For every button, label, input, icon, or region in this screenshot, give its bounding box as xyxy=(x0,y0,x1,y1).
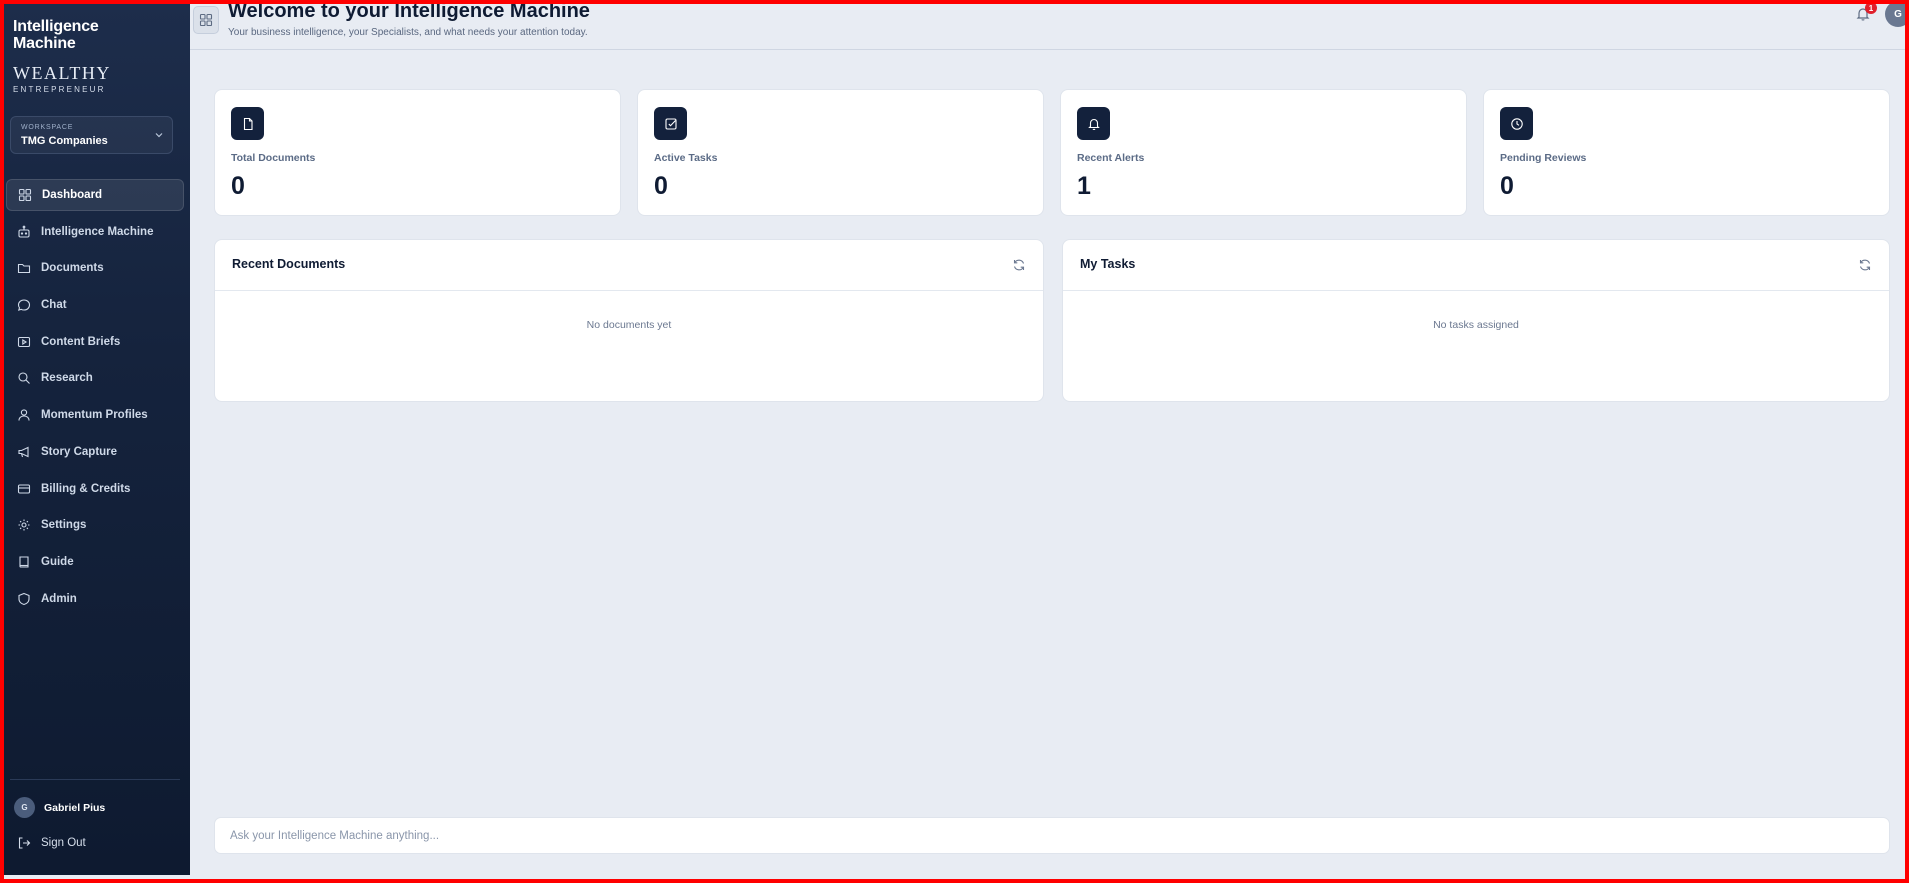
panel-header: Recent Documents xyxy=(215,240,1043,291)
shield-icon xyxy=(18,592,30,605)
sidebar-item-label: Intelligence Machine xyxy=(41,225,154,238)
sidebar-item-label: Billing & Credits xyxy=(41,482,131,495)
panel-header: My Tasks xyxy=(1063,240,1889,291)
credit-card-icon xyxy=(17,483,31,494)
sidebar-nav: Dashboard Intelligence Machine Documents… xyxy=(6,179,184,619)
stat-value: 0 xyxy=(231,172,245,200)
video-icon xyxy=(17,336,31,347)
panel-title: Recent Documents xyxy=(232,257,346,271)
clock-icon xyxy=(1500,107,1533,140)
sidebar-item-research[interactable]: Research xyxy=(6,362,184,394)
sidebar-item-admin[interactable]: Admin xyxy=(6,583,184,615)
robot-icon xyxy=(18,225,30,238)
sidebar-item-billing-credits[interactable]: Billing & Credits xyxy=(6,473,184,505)
avatar: G xyxy=(14,797,35,818)
panel-title: My Tasks xyxy=(1080,257,1136,271)
ask-input[interactable] xyxy=(214,817,1890,854)
grid-icon xyxy=(199,13,213,27)
sidebar-item-label: Admin xyxy=(41,592,77,605)
refresh-icon[interactable] xyxy=(1012,258,1026,272)
chevron-down-icon xyxy=(155,133,163,138)
book-icon xyxy=(19,556,29,568)
refresh-icon[interactable] xyxy=(1858,258,1872,272)
sidebar-item-label: Content Briefs xyxy=(41,335,121,348)
sidebar-item-label: Story Capture xyxy=(41,445,118,458)
stat-label: Pending Reviews xyxy=(1500,152,1587,164)
my-tasks-panel: My Tasks No tasks assigned xyxy=(1062,239,1890,402)
sidebar-item-momentum-profiles[interactable]: Momentum Profiles xyxy=(6,399,184,431)
search-icon xyxy=(18,372,30,385)
sidebar-item-label: Guide xyxy=(41,555,74,568)
stat-value: 1 xyxy=(1077,172,1091,200)
user-name: Gabriel Pius xyxy=(44,801,106,814)
brand-wordmark: WEALTHY xyxy=(13,63,111,83)
notification-badge: 1 xyxy=(1865,2,1877,14)
sidebar-item-dashboard[interactable]: Dashboard xyxy=(6,179,184,211)
bell-icon xyxy=(1077,107,1110,140)
gear-icon xyxy=(18,519,30,531)
stat-label: Total Documents xyxy=(231,152,316,164)
page-title: Welcome to your Intelligence Machine xyxy=(228,0,590,22)
workspace-value: TMG Companies xyxy=(21,135,108,147)
sidebar-item-settings[interactable]: Settings xyxy=(6,509,184,541)
header-avatar[interactable]: G xyxy=(1885,1,1909,27)
sidebar-item-chat[interactable]: Chat xyxy=(6,289,184,321)
workspace-selector[interactable]: WORKSPACE TMG Companies xyxy=(10,116,173,154)
sidebar-item-intelligence-machine[interactable]: Intelligence Machine xyxy=(6,216,184,248)
sidebar-item-label: Momentum Profiles xyxy=(41,409,148,422)
stat-value: 0 xyxy=(654,172,668,200)
recent-documents-panel: Recent Documents No documents yet xyxy=(214,239,1044,402)
sidebar-item-label: Dashboard xyxy=(42,189,103,201)
stat-value: 0 xyxy=(1500,172,1514,200)
sidebar-item-content-briefs[interactable]: Content Briefs xyxy=(6,326,184,358)
brand-wordmark-sub: ENTREPRENEUR xyxy=(13,85,106,94)
apps-grid-button[interactable] xyxy=(193,6,219,34)
sidebar-divider xyxy=(10,779,180,780)
workspace-label: WORKSPACE xyxy=(21,124,74,131)
stat-card-total-documents: Total Documents 0 xyxy=(214,89,621,216)
sidebar-item-label: Settings xyxy=(41,519,87,532)
checkbox-icon xyxy=(654,107,687,140)
sidebar-item-label: Chat xyxy=(41,299,67,312)
stat-card-active-tasks: Active Tasks 0 xyxy=(637,89,1044,216)
sidebar-item-label: Documents xyxy=(41,262,104,275)
folder-icon xyxy=(17,264,31,274)
sidebar-item-label: Research xyxy=(41,372,93,385)
user-profile[interactable]: G Gabriel Pius xyxy=(14,797,105,818)
document-icon xyxy=(231,107,264,140)
chat-bubble-icon xyxy=(17,299,31,311)
sidebar-item-guide[interactable]: Guide xyxy=(6,546,184,578)
empty-state-text: No tasks assigned xyxy=(1433,319,1519,331)
sidebar-item-story-capture[interactable]: Story Capture xyxy=(6,436,184,468)
sign-out-label: Sign Out xyxy=(41,837,86,849)
dashboard-icon xyxy=(18,188,32,202)
sign-out-button[interactable]: Sign Out xyxy=(17,836,86,850)
page-subtitle: Your business intelligence, your Special… xyxy=(228,27,588,38)
top-header: Welcome to your Intelligence Machine You… xyxy=(190,0,1909,50)
stat-card-pending-reviews: Pending Reviews 0 xyxy=(1483,89,1890,216)
megaphone-icon xyxy=(18,446,29,458)
brand-title: Intelligence Machine xyxy=(13,18,99,52)
stat-label: Recent Alerts xyxy=(1077,152,1145,164)
sidebar-item-documents[interactable]: Documents xyxy=(6,252,184,284)
user-icon xyxy=(18,409,30,421)
stat-card-recent-alerts: Recent Alerts 1 xyxy=(1060,89,1467,216)
stat-label: Active Tasks xyxy=(654,152,718,164)
sidebar: Intelligence Machine WEALTHY ENTREPRENEU… xyxy=(4,4,190,875)
empty-state-text: No documents yet xyxy=(586,319,672,331)
sign-out-icon xyxy=(18,837,31,849)
